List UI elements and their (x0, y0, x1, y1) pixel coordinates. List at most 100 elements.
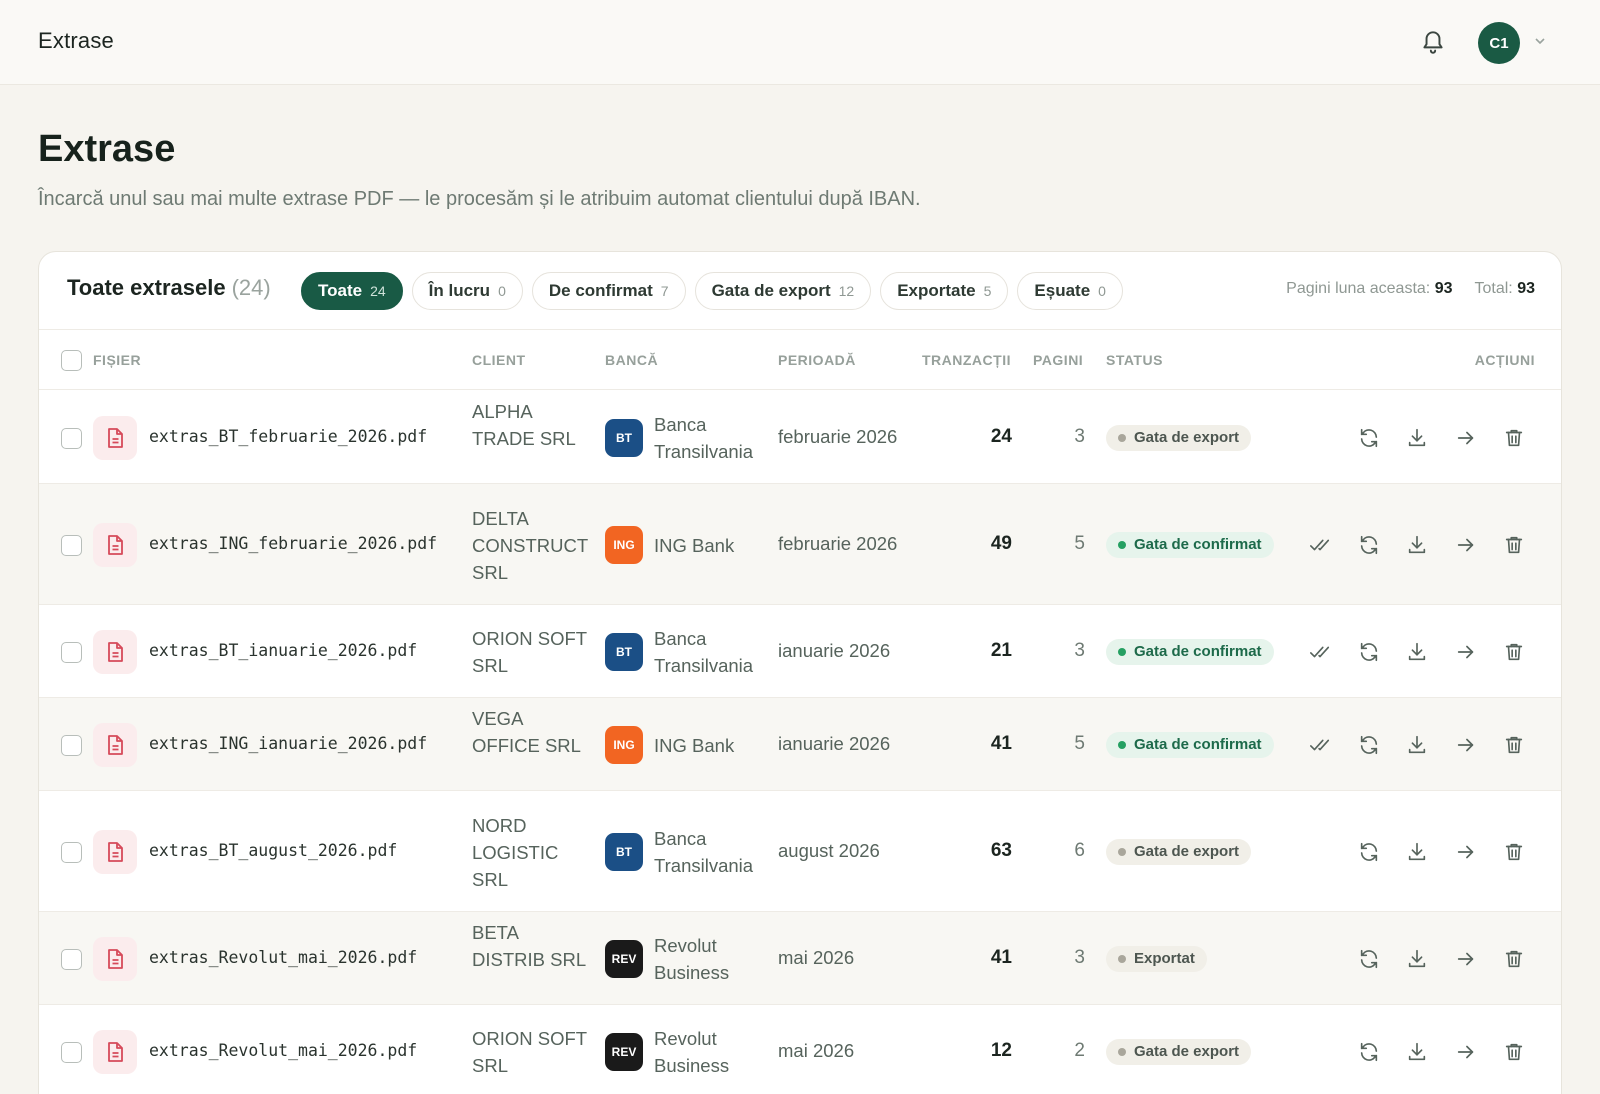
filter-count: 7 (660, 283, 669, 299)
arrow-right-icon[interactable] (1453, 532, 1479, 558)
download-icon[interactable] (1404, 639, 1430, 665)
status-badge: Gata de export (1106, 838, 1252, 865)
filter-tab-in-progress[interactable]: În lucru 0 (411, 272, 523, 310)
download-icon[interactable] (1404, 839, 1430, 865)
row-checkbox[interactable] (61, 1041, 82, 1063)
status-badge: Gata de confirmat (1106, 638, 1274, 665)
bell-icon[interactable] (1420, 28, 1446, 56)
download-icon[interactable] (1404, 1039, 1430, 1065)
row-checkbox[interactable] (61, 841, 82, 863)
status-label: Gata de confirmat (1134, 536, 1262, 553)
select-all-checkbox[interactable] (61, 350, 82, 371)
filter-tabs: Toate 24 În lucru 0 De confirmat 7 Gata de … (301, 272, 1123, 310)
refresh-icon[interactable] (1356, 425, 1382, 451)
transactions-count: 41 (990, 946, 1012, 968)
arrow-right-icon[interactable] (1453, 425, 1479, 451)
period: februarie 2026 (778, 532, 898, 554)
trash-icon[interactable] (1501, 425, 1527, 451)
table-header: FIȘIER CLIENT BANCĂ PERIOADĂ TRANZACȚII … (39, 330, 1561, 390)
double-check-icon[interactable] (1307, 732, 1333, 758)
client-name: ALPHA TRADE SRL (472, 400, 576, 449)
download-icon[interactable] (1404, 425, 1430, 451)
table-row[interactable]: extras_BT_ianuarie_2026.pdf ORION SOFT SR… (39, 605, 1561, 698)
trash-icon[interactable] (1501, 1039, 1527, 1065)
bank-name: ING Bank (654, 534, 735, 556)
top-bar: Extrase C1 (0, 0, 1600, 85)
status-badge: Gata de export (1106, 424, 1252, 451)
arrow-right-icon[interactable] (1453, 839, 1479, 865)
filter-count: 12 (838, 283, 855, 299)
filter-tab-failed[interactable]: Eșuate 0 (1017, 272, 1123, 310)
filter-tab-ready-export[interactable]: Gata de export 12 (694, 272, 872, 310)
file-name[interactable]: extras_ING_ianuarie_2026.pdf (149, 734, 427, 753)
file-pdf-icon (93, 936, 137, 981)
refresh-icon[interactable] (1356, 839, 1382, 865)
trash-icon[interactable] (1501, 532, 1527, 558)
filter-tab-exported[interactable]: Exportate 5 (880, 272, 1009, 310)
table-row[interactable]: extras_ING_februarie_2026.pdf DELTA CONST… (39, 484, 1561, 605)
trash-icon[interactable] (1501, 732, 1527, 758)
status-label: Gata de confirmat (1134, 643, 1262, 660)
table-row[interactable]: extras_Revolut_mai_2026.pdf BETA DISTRIB … (39, 912, 1561, 1005)
col-status: STATUS (1106, 352, 1163, 368)
table-row[interactable]: extras_ING_ianuarie_2026.pdf VEGA OFFICE … (39, 698, 1561, 791)
avatar[interactable]: C1 (1478, 22, 1520, 64)
bank-logo: BT (605, 832, 643, 871)
page-stats: Pagini luna aceasta: 93 Total: 93 (1286, 280, 1535, 298)
trash-icon[interactable] (1501, 639, 1527, 665)
bank-name: Banca Transilvania (654, 627, 754, 676)
page-title: Extrase (38, 128, 176, 170)
file-name[interactable]: extras_Revolut_mai_2026.pdf (149, 1041, 417, 1060)
table-row[interactable]: extras_Revolut_mai_2026.pdf ORION SOFT SR… (39, 1005, 1561, 1094)
total-value: 93 (1517, 280, 1535, 297)
col-bank: BANCĂ (605, 352, 659, 368)
arrow-right-icon[interactable] (1453, 946, 1479, 972)
arrow-right-icon[interactable] (1453, 639, 1479, 665)
row-checkbox[interactable] (61, 427, 82, 449)
status-dot (1118, 847, 1126, 856)
refresh-icon[interactable] (1356, 639, 1382, 665)
refresh-icon[interactable] (1356, 732, 1382, 758)
filter-tab-to-confirm[interactable]: De confirmat 7 (531, 272, 686, 310)
status-label: Exportat (1134, 950, 1195, 967)
row-checkbox[interactable] (61, 948, 82, 970)
file-name[interactable]: extras_Revolut_mai_2026.pdf (149, 948, 417, 967)
refresh-icon[interactable] (1356, 1039, 1382, 1065)
trash-icon[interactable] (1501, 839, 1527, 865)
file-name[interactable]: extras_BT_august_2026.pdf (149, 841, 397, 860)
download-icon[interactable] (1404, 946, 1430, 972)
file-pdf-icon (93, 629, 137, 674)
double-check-icon[interactable] (1307, 639, 1333, 665)
double-check-icon[interactable] (1307, 532, 1333, 558)
filter-label: De confirmat (548, 281, 653, 300)
file-name[interactable]: extras_BT_februarie_2026.pdf (149, 427, 427, 446)
refresh-icon[interactable] (1356, 532, 1382, 558)
file-name[interactable]: extras_ING_februarie_2026.pdf (149, 534, 437, 553)
pages-month-label: Pagini luna aceasta: (1286, 280, 1431, 297)
file-pdf-icon (93, 1029, 137, 1074)
col-file: FIȘIER (93, 352, 142, 368)
arrow-right-icon[interactable] (1453, 1039, 1479, 1065)
row-checkbox[interactable] (61, 734, 82, 756)
table-row[interactable]: extras_BT_august_2026.pdf NORD LOGISTIC S… (39, 791, 1561, 912)
status-dot (1118, 540, 1126, 549)
refresh-icon[interactable] (1356, 946, 1382, 972)
pages-count: 3 (1074, 946, 1085, 968)
row-checkbox[interactable] (61, 641, 82, 663)
filter-label: Gata de export (711, 281, 831, 300)
arrow-right-icon[interactable] (1453, 732, 1479, 758)
pages-total: Total: 93 (1475, 280, 1536, 298)
file-name[interactable]: extras_BT_ianuarie_2026.pdf (149, 641, 417, 660)
filter-label: În lucru (428, 281, 491, 300)
transactions-count: 12 (990, 1039, 1012, 1061)
filter-tab-all[interactable]: Toate 24 (301, 272, 403, 310)
row-checkbox[interactable] (61, 534, 82, 556)
table-row[interactable]: extras_BT_februarie_2026.pdf ALPHA TRADE … (39, 391, 1561, 484)
status-label: Gata de export (1134, 843, 1240, 860)
download-icon[interactable] (1404, 732, 1430, 758)
chevron-down-icon[interactable] (1533, 36, 1547, 46)
status-dot (1118, 740, 1126, 749)
download-icon[interactable] (1404, 532, 1430, 558)
trash-icon[interactable] (1501, 946, 1527, 972)
bank-name: Banca Transilvania (654, 413, 754, 462)
